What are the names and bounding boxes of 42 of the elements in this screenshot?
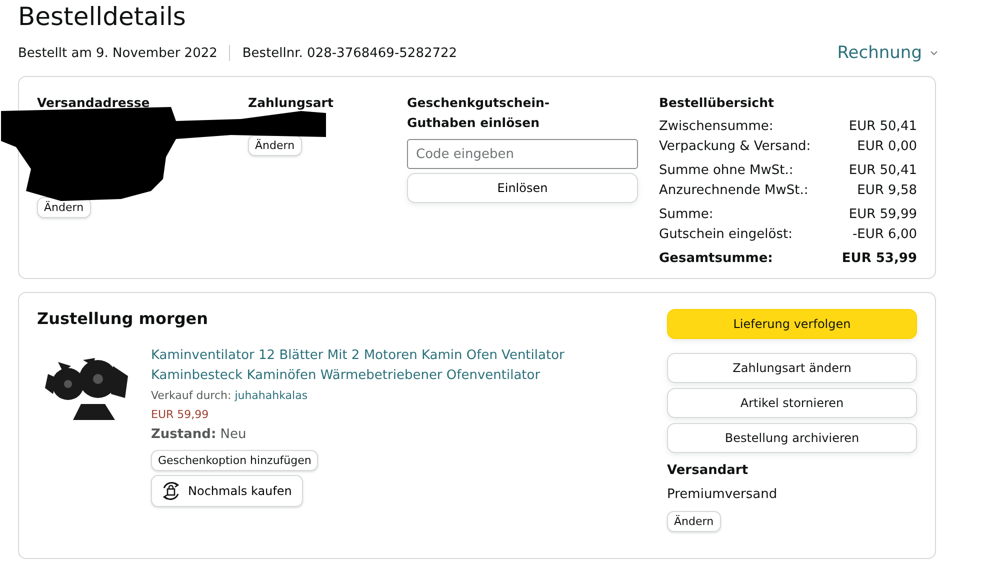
summary-value: EUR 9,58 — [857, 182, 917, 200]
order-date: Bestellt am 9. November 2022 — [18, 46, 218, 60]
shipping-method: Premiumversand — [667, 486, 778, 504]
summary-label: Verpackung & Versand: — [659, 138, 811, 156]
summary-label: Gutschein eingelöst: — [659, 226, 792, 244]
track-delivery-button[interactable]: Lieferung verfolgen — [667, 309, 917, 339]
summary-value: EUR 0,00 — [857, 138, 917, 156]
item-price: EUR 59,99 — [151, 407, 210, 423]
change-button[interactable]: Ändern — [667, 511, 721, 532]
summary-value: EUR 50,41 — [848, 162, 917, 180]
seller-link[interactable]: juhahahkalas — [234, 389, 308, 402]
summary-label: Anzurechnende MwSt.: — [659, 182, 808, 200]
section-heading: Geschenkgutschein-Guthaben einlösen — [407, 94, 551, 132]
seller-label: Verkauf durch: — [151, 389, 232, 402]
invoice-link[interactable]: Rechnung — [837, 43, 922, 63]
section-heading: Bestellübersicht — [659, 94, 775, 112]
section-heading: Zahlungsart — [248, 94, 334, 112]
summary-value: EUR 59,99 — [848, 206, 917, 224]
summary-value: EUR 50,41 — [848, 118, 917, 136]
gift-option-button[interactable]: Geschenkoption hinzufügen — [151, 450, 318, 471]
bag-cycle-icon — [160, 480, 182, 502]
shipping-method-heading: Versandart — [667, 462, 750, 480]
summary-label: Summe: — [659, 206, 714, 224]
order-number: Bestellnr. 028-3768469-5282722 — [242, 46, 458, 60]
section-heading: Versandadresse — [37, 94, 151, 112]
action-button[interactable]: Bestellung archivieren — [667, 423, 917, 453]
delivery-heading: Zustellung morgen — [37, 309, 210, 329]
summary-label: Gesamtsumme: — [659, 250, 773, 268]
caret-icon — [930, 50, 938, 56]
code-input-field[interactable]: Code eingeben — [407, 139, 638, 169]
product-title-link[interactable]: Kaminventilator 12 Blätter Mit 2 Motoren Kamin Ofen Ventilator Kaminbesteck Kaminöfen Wärmebetriebener Ofenventilator — [151, 346, 571, 386]
change-button[interactable]: Ändern — [248, 135, 302, 156]
action-button[interactable]: Zahlungsart ändern — [667, 353, 917, 383]
item-condition: Zustand: Neu — [151, 426, 248, 444]
action-button[interactable]: Artikel stornieren — [667, 388, 917, 418]
buy-again-button[interactable]: Nochmals kaufen — [151, 475, 303, 507]
summary-value: EUR 53,99 — [842, 250, 917, 268]
summary-label: Zwischensumme: — [659, 118, 774, 136]
page-title: Bestelldetails — [18, 1, 187, 33]
redeem-button[interactable]: Einlösen — [407, 173, 638, 203]
summary-label: Summe ohne MwSt.: — [659, 162, 794, 180]
summary-value: -EUR 6,00 — [852, 226, 917, 244]
